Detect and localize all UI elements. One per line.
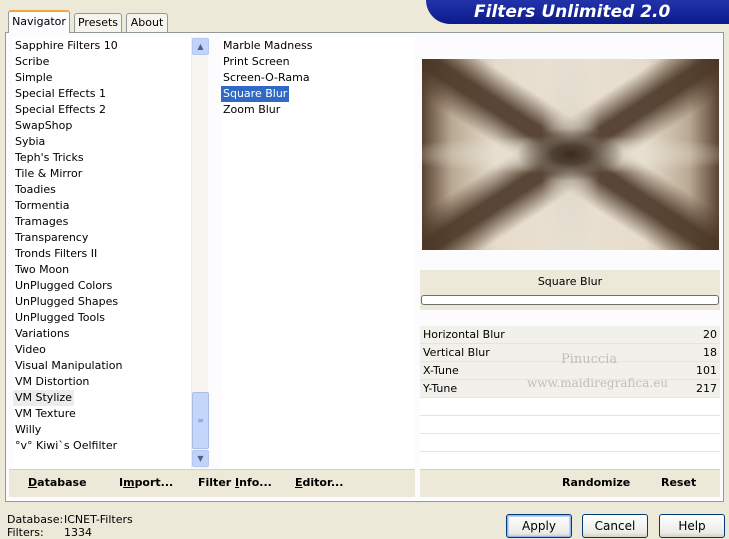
right-button-bar: Randomize Reset <box>420 469 720 497</box>
app-banner: Filters Unlimited 2.0 <box>426 0 729 24</box>
app-title: Filters Unlimited 2.0 <box>474 2 671 22</box>
tab-presets[interactable]: Presets <box>74 13 122 32</box>
scroll-down-button[interactable]: ▼ <box>192 450 209 467</box>
category-item[interactable]: VM Distortion <box>13 374 91 390</box>
category-item[interactable]: UnPlugged Colors <box>13 278 114 294</box>
category-item[interactable]: Video <box>13 342 48 358</box>
category-item[interactable]: Simple <box>13 70 55 86</box>
category-item-selected[interactable]: VM Stylize <box>13 390 74 406</box>
filter-item-selected[interactable]: Square Blur <box>221 86 290 102</box>
category-scrollbar[interactable]: ▲ ≡ ▼ <box>191 37 209 468</box>
parameter-value: 20 <box>703 328 717 341</box>
parameter-value: 18 <box>703 346 717 359</box>
parameter-label: Y-Tune <box>423 382 458 395</box>
category-item[interactable]: SwapShop <box>13 118 74 134</box>
database-value: ICNET-Filters <box>64 513 133 526</box>
filter-info-button[interactable]: Filter Info... <box>198 476 272 489</box>
category-item[interactable]: Visual Manipulation <box>13 358 124 374</box>
scroll-up-button[interactable]: ▲ <box>192 38 209 55</box>
apply-button[interactable]: Apply <box>506 514 572 538</box>
help-button[interactable]: Help <box>659 514 725 538</box>
category-item[interactable]: Tronds Filters II <box>13 246 99 262</box>
grip-icon: ≡ <box>197 416 204 425</box>
parameter-row-empty <box>420 416 720 434</box>
chevron-down-icon: ▼ <box>197 454 204 463</box>
category-item[interactable]: Transparency <box>13 230 90 246</box>
filters-count-label: Filters: <box>7 526 44 539</box>
scroll-thumb[interactable]: ≡ <box>192 392 209 449</box>
parameter-label: Vertical Blur <box>423 346 490 359</box>
filter-title: Square Blur <box>537 275 603 288</box>
parameter-row-empty <box>420 452 720 470</box>
tab-presets-label: Presets <box>77 16 119 29</box>
chevron-up-icon: ▲ <box>197 42 204 51</box>
filters-count-value: 1334 <box>64 526 92 539</box>
editor-button[interactable]: Editor... <box>295 476 343 489</box>
category-item[interactable]: Toadies <box>13 182 58 198</box>
reset-button[interactable]: Reset <box>661 476 696 489</box>
category-item[interactable]: Tile & Mirror <box>13 166 84 182</box>
import-button[interactable]: Import... <box>119 476 173 489</box>
database-button[interactable]: Database <box>28 476 87 489</box>
category-item[interactable]: Variations <box>13 326 72 342</box>
progress-bar <box>421 295 719 305</box>
category-item[interactable]: Teph's Tricks <box>13 150 86 166</box>
parameter-row-empty <box>420 434 720 452</box>
category-item[interactable]: Scribe <box>13 54 51 70</box>
category-item[interactable]: °v° Kiwi`s Oelfilter <box>13 438 119 454</box>
category-item[interactable]: Special Effects 2 <box>13 102 108 118</box>
parameter-value: 217 <box>696 382 717 395</box>
category-item[interactable]: VM Texture <box>13 406 78 422</box>
watermark-name: Pinuccia <box>561 352 618 367</box>
category-item[interactable]: Tramages <box>13 214 70 230</box>
filter-preview-image <box>422 59 719 250</box>
parameter-label: X-Tune <box>423 364 459 377</box>
parameter-row-horizontal-blur[interactable]: Horizontal Blur 20 <box>420 326 720 344</box>
category-item[interactable]: Tormentia <box>13 198 71 214</box>
category-item[interactable]: UnPlugged Shapes <box>13 294 120 310</box>
parameter-value: 101 <box>696 364 717 377</box>
category-item[interactable]: UnPlugged Tools <box>13 310 107 326</box>
filter-item[interactable]: Marble Madness <box>221 38 314 54</box>
tab-navigator-label: Navigator <box>12 15 66 28</box>
filter-item[interactable]: Screen-O-Rama <box>221 70 312 86</box>
left-button-bar: Database Import... Filter Info... Editor… <box>9 469 415 497</box>
tab-navigator[interactable]: Navigator <box>8 10 70 33</box>
filter-item[interactable]: Zoom Blur <box>221 102 282 118</box>
category-item[interactable]: Sapphire Filters 10 <box>13 38 120 54</box>
filter-list[interactable]: Marble Madness Print Screen Screen-O-Ram… <box>221 37 414 468</box>
parameter-label: Horizontal Blur <box>423 328 505 341</box>
randomize-button[interactable]: Randomize <box>562 476 630 489</box>
category-item[interactable]: Willy <box>13 422 43 438</box>
category-item[interactable]: Sybia <box>13 134 47 150</box>
category-item[interactable]: Special Effects 1 <box>13 86 108 102</box>
parameter-panel: Horizontal Blur 20 Vertical Blur 18 X-Tu… <box>420 326 720 470</box>
tab-about[interactable]: About <box>126 13 168 32</box>
tab-about-label: About <box>130 16 164 29</box>
watermark-url: www.maidiregrafica.eu <box>527 376 669 390</box>
cancel-button[interactable]: Cancel <box>582 514 648 538</box>
parameter-row-empty <box>420 398 720 416</box>
category-item[interactable]: Two Moon <box>13 262 71 278</box>
database-label: Database: <box>7 513 64 526</box>
category-list[interactable]: Sapphire Filters 10 Scribe Simple Specia… <box>13 37 191 468</box>
filter-item[interactable]: Print Screen <box>221 54 292 70</box>
